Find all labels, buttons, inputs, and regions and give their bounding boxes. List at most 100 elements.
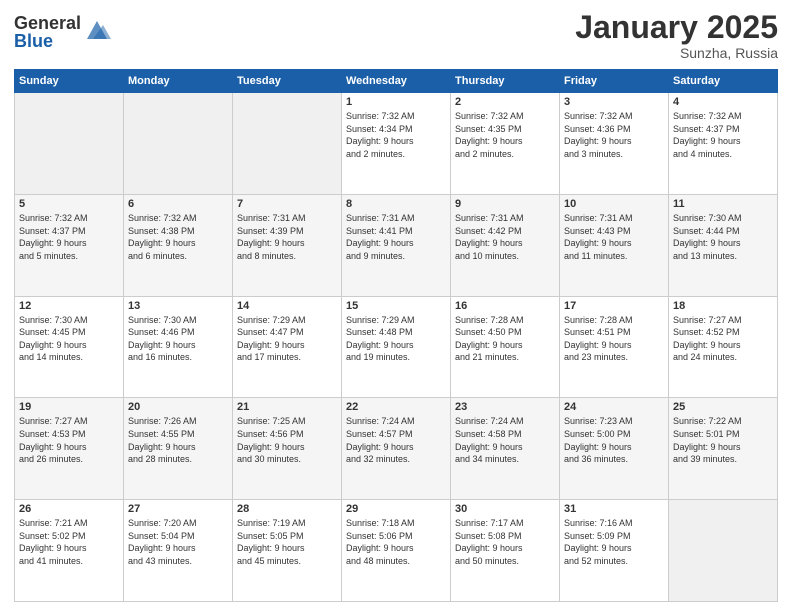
col-thursday: Thursday bbox=[451, 70, 560, 93]
day-info: Sunrise: 7:32 AM Sunset: 4:35 PM Dayligh… bbox=[455, 110, 555, 160]
day-info: Sunrise: 7:25 AM Sunset: 4:56 PM Dayligh… bbox=[237, 415, 337, 465]
day-cell: 22Sunrise: 7:24 AM Sunset: 4:57 PM Dayli… bbox=[342, 398, 451, 500]
day-info: Sunrise: 7:22 AM Sunset: 5:01 PM Dayligh… bbox=[673, 415, 773, 465]
day-cell: 24Sunrise: 7:23 AM Sunset: 5:00 PM Dayli… bbox=[560, 398, 669, 500]
day-cell: 5Sunrise: 7:32 AM Sunset: 4:37 PM Daylig… bbox=[15, 194, 124, 296]
day-number: 20 bbox=[128, 401, 228, 413]
day-cell: 7 Sunrise: 7:31 AM Sunset: 4:39 PM Daylig… bbox=[233, 194, 342, 296]
day-info: Sunrise: 7:19 AM Sunset: 5:05 PM Dayligh… bbox=[237, 517, 337, 567]
day-cell: 21 Sunrise: 7:25 AM Sunset: 4:56 PM Dayli… bbox=[233, 398, 342, 500]
day-cell: 29 Sunrise: 7:18 AM Sunset: 5:06 PM Dayli… bbox=[342, 500, 451, 602]
day-cell: 15Sunrise: 7:29 AM Sunset: 4:48 PM Dayli… bbox=[342, 296, 451, 398]
day-info: Sunrise: 7:30 AM Sunset: 4:44 PM Dayligh… bbox=[673, 212, 773, 262]
day-cell: 23 Sunrise: 7:24 AM Sunset: 4:58 PM Dayli… bbox=[451, 398, 560, 500]
day-cell: 16 Sunrise: 7:28 AM Sunset: 4:50 PM Dayli… bbox=[451, 296, 560, 398]
day-info: Sunrise: 7:30 AM Sunset: 4:45 PM Dayligh… bbox=[19, 314, 119, 364]
day-cell: 8 Sunrise: 7:31 AM Sunset: 4:41 PM Daylig… bbox=[342, 194, 451, 296]
day-info: Sunrise: 7:30 AM Sunset: 4:46 PM Dayligh… bbox=[128, 314, 228, 364]
day-info: Sunrise: 7:18 AM Sunset: 5:06 PM Dayligh… bbox=[346, 517, 446, 567]
day-number: 14 bbox=[237, 300, 337, 312]
calendar: Sunday Monday Tuesday Wednesday Thursday… bbox=[14, 69, 778, 602]
day-number: 27 bbox=[128, 503, 228, 515]
logo-general: General bbox=[14, 14, 81, 32]
day-cell: 3 Sunrise: 7:32 AM Sunset: 4:36 PM Daylig… bbox=[560, 93, 669, 195]
day-cell: 1Sunrise: 7:32 AM Sunset: 4:34 PM Daylig… bbox=[342, 93, 451, 195]
day-cell bbox=[669, 500, 778, 602]
day-number: 26 bbox=[19, 503, 119, 515]
day-cell: 6 Sunrise: 7:32 AM Sunset: 4:38 PM Daylig… bbox=[124, 194, 233, 296]
day-cell: 30 Sunrise: 7:17 AM Sunset: 5:08 PM Dayli… bbox=[451, 500, 560, 602]
day-number: 28 bbox=[237, 503, 337, 515]
logo-icon bbox=[83, 17, 111, 45]
logo-text: General Blue bbox=[14, 14, 81, 50]
day-number: 6 bbox=[128, 198, 228, 210]
day-number: 2 bbox=[455, 96, 555, 108]
location-title: Sunzha, Russia bbox=[575, 45, 778, 61]
day-number: 18 bbox=[673, 300, 773, 312]
day-info: Sunrise: 7:32 AM Sunset: 4:36 PM Dayligh… bbox=[564, 110, 664, 160]
logo: General Blue bbox=[14, 14, 111, 50]
day-number: 21 bbox=[237, 401, 337, 413]
header: General Blue January 2025 Sunzha, Russia bbox=[14, 10, 778, 61]
day-info: Sunrise: 7:27 AM Sunset: 4:52 PM Dayligh… bbox=[673, 314, 773, 364]
day-info: Sunrise: 7:28 AM Sunset: 4:51 PM Dayligh… bbox=[564, 314, 664, 364]
day-cell: 14Sunrise: 7:29 AM Sunset: 4:47 PM Dayli… bbox=[233, 296, 342, 398]
weekday-header-row: Sunday Monday Tuesday Wednesday Thursday… bbox=[15, 70, 778, 93]
title-area: January 2025 Sunzha, Russia bbox=[575, 10, 778, 61]
day-info: Sunrise: 7:32 AM Sunset: 4:38 PM Dayligh… bbox=[128, 212, 228, 262]
day-info: Sunrise: 7:16 AM Sunset: 5:09 PM Dayligh… bbox=[564, 517, 664, 567]
day-number: 22 bbox=[346, 401, 446, 413]
day-cell: 11Sunrise: 7:30 AM Sunset: 4:44 PM Dayli… bbox=[669, 194, 778, 296]
day-cell: 27 Sunrise: 7:20 AM Sunset: 5:04 PM Dayli… bbox=[124, 500, 233, 602]
day-info: Sunrise: 7:32 AM Sunset: 4:34 PM Dayligh… bbox=[346, 110, 446, 160]
col-saturday: Saturday bbox=[669, 70, 778, 93]
week-row-3: 12Sunrise: 7:30 AM Sunset: 4:45 PM Dayli… bbox=[15, 296, 778, 398]
col-friday: Friday bbox=[560, 70, 669, 93]
day-cell bbox=[15, 93, 124, 195]
day-number: 25 bbox=[673, 401, 773, 413]
day-number: 24 bbox=[564, 401, 664, 413]
day-number: 16 bbox=[455, 300, 555, 312]
day-cell: 9Sunrise: 7:31 AM Sunset: 4:42 PM Daylig… bbox=[451, 194, 560, 296]
day-info: Sunrise: 7:20 AM Sunset: 5:04 PM Dayligh… bbox=[128, 517, 228, 567]
day-number: 3 bbox=[564, 96, 664, 108]
day-number: 17 bbox=[564, 300, 664, 312]
day-cell: 20 Sunrise: 7:26 AM Sunset: 4:55 PM Dayli… bbox=[124, 398, 233, 500]
day-number: 7 bbox=[237, 198, 337, 210]
day-cell: 10 Sunrise: 7:31 AM Sunset: 4:43 PM Dayli… bbox=[560, 194, 669, 296]
day-number: 13 bbox=[128, 300, 228, 312]
day-cell bbox=[233, 93, 342, 195]
col-sunday: Sunday bbox=[15, 70, 124, 93]
month-title: January 2025 bbox=[575, 10, 778, 45]
day-number: 5 bbox=[19, 198, 119, 210]
day-info: Sunrise: 7:17 AM Sunset: 5:08 PM Dayligh… bbox=[455, 517, 555, 567]
day-cell: 31 Sunrise: 7:16 AM Sunset: 5:09 PM Dayli… bbox=[560, 500, 669, 602]
day-info: Sunrise: 7:24 AM Sunset: 4:58 PM Dayligh… bbox=[455, 415, 555, 465]
day-info: Sunrise: 7:31 AM Sunset: 4:39 PM Dayligh… bbox=[237, 212, 337, 262]
day-cell: 2 Sunrise: 7:32 AM Sunset: 4:35 PM Daylig… bbox=[451, 93, 560, 195]
day-cell: 13 Sunrise: 7:30 AM Sunset: 4:46 PM Dayli… bbox=[124, 296, 233, 398]
day-number: 29 bbox=[346, 503, 446, 515]
logo-blue: Blue bbox=[14, 32, 81, 50]
day-number: 23 bbox=[455, 401, 555, 413]
day-number: 10 bbox=[564, 198, 664, 210]
day-info: Sunrise: 7:29 AM Sunset: 4:48 PM Dayligh… bbox=[346, 314, 446, 364]
day-info: Sunrise: 7:31 AM Sunset: 4:41 PM Dayligh… bbox=[346, 212, 446, 262]
col-monday: Monday bbox=[124, 70, 233, 93]
day-info: Sunrise: 7:28 AM Sunset: 4:50 PM Dayligh… bbox=[455, 314, 555, 364]
week-row-1: 1Sunrise: 7:32 AM Sunset: 4:34 PM Daylig… bbox=[15, 93, 778, 195]
day-number: 30 bbox=[455, 503, 555, 515]
day-info: Sunrise: 7:32 AM Sunset: 4:37 PM Dayligh… bbox=[673, 110, 773, 160]
day-cell: 18 Sunrise: 7:27 AM Sunset: 4:52 PM Dayli… bbox=[669, 296, 778, 398]
day-info: Sunrise: 7:21 AM Sunset: 5:02 PM Dayligh… bbox=[19, 517, 119, 567]
day-info: Sunrise: 7:31 AM Sunset: 4:43 PM Dayligh… bbox=[564, 212, 664, 262]
day-number: 31 bbox=[564, 503, 664, 515]
day-number: 8 bbox=[346, 198, 446, 210]
day-number: 9 bbox=[455, 198, 555, 210]
day-cell: 28 Sunrise: 7:19 AM Sunset: 5:05 PM Dayli… bbox=[233, 500, 342, 602]
col-wednesday: Wednesday bbox=[342, 70, 451, 93]
day-info: Sunrise: 7:27 AM Sunset: 4:53 PM Dayligh… bbox=[19, 415, 119, 465]
day-cell: 4Sunrise: 7:32 AM Sunset: 4:37 PM Daylig… bbox=[669, 93, 778, 195]
day-info: Sunrise: 7:26 AM Sunset: 4:55 PM Dayligh… bbox=[128, 415, 228, 465]
week-row-4: 19Sunrise: 7:27 AM Sunset: 4:53 PM Dayli… bbox=[15, 398, 778, 500]
